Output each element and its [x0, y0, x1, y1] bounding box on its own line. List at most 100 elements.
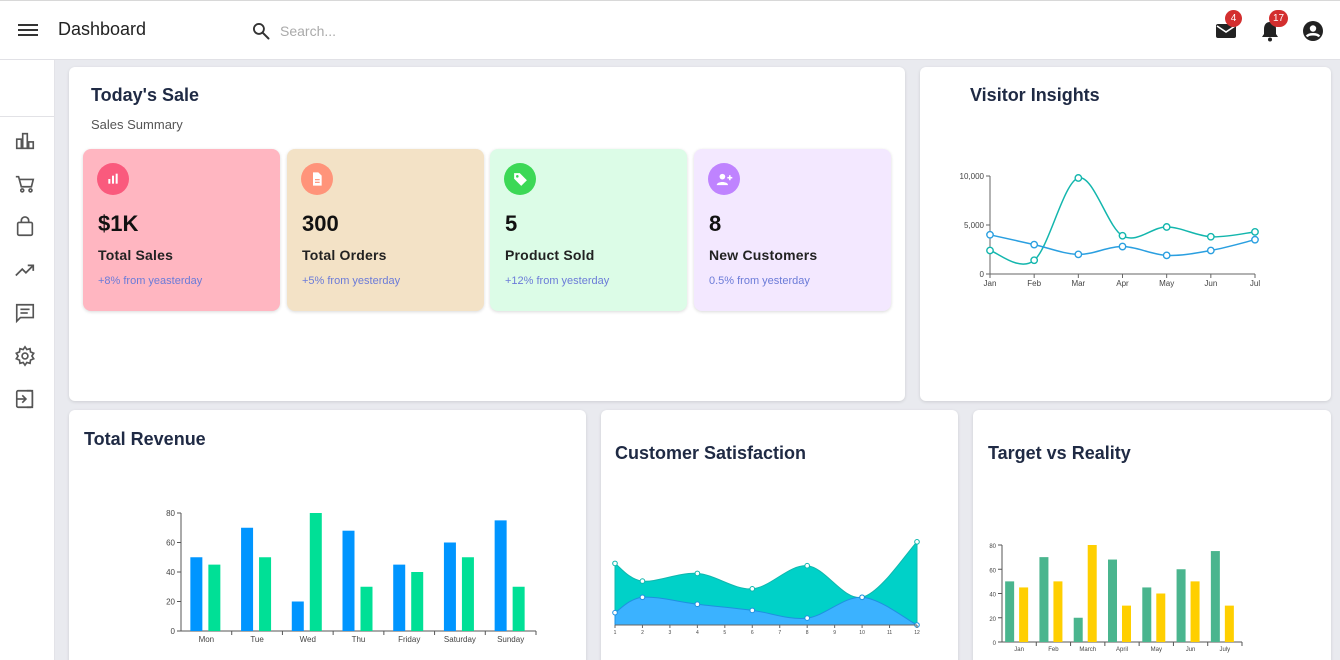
- data-point: [639, 594, 646, 601]
- stat-label: Product Sold: [505, 247, 595, 263]
- x-tick-label: 3: [669, 630, 672, 636]
- sidebar-item-cart[interactable]: [14, 173, 36, 195]
- stat-change: +12% from yesterday: [505, 275, 610, 287]
- mail-badge: 4: [1225, 10, 1242, 27]
- data-point: [1206, 246, 1215, 255]
- x-tick-label: Mar: [1071, 279, 1085, 288]
- bar: [1210, 551, 1220, 642]
- stat-change: +5% from yesterday: [302, 275, 401, 287]
- data-point: [986, 246, 994, 255]
- stat-new-customers[interactable]: 8 New Customers 0.5% from yesterday: [694, 149, 891, 311]
- x-tick-label: March: [1079, 647, 1096, 653]
- x-tick-label: 7: [778, 630, 781, 636]
- stat-product-sold[interactable]: 5 Product Sold +12% from yesterday: [490, 149, 687, 311]
- x-tick-label: 1: [614, 630, 617, 636]
- bar: [1142, 587, 1152, 642]
- data-point: [1251, 227, 1259, 236]
- y-tick-label: 10,000: [960, 172, 985, 181]
- bar: [1019, 587, 1029, 642]
- data-point: [612, 560, 618, 567]
- bar: [309, 513, 322, 631]
- trending-up-icon: [15, 264, 35, 277]
- data-point: [1074, 174, 1083, 182]
- total-revenue-card: Total Revenue 0 20 40 60 80 Mon Tue Wed Thu Frida…: [69, 410, 586, 660]
- x-tick-label: 6: [751, 630, 754, 636]
- data-point: [1162, 223, 1171, 231]
- search-input[interactable]: [280, 20, 520, 42]
- sidebar-item-messages[interactable]: [14, 302, 36, 324]
- data-point: [804, 562, 810, 569]
- x-tick-label: 4: [696, 630, 699, 636]
- mail-button[interactable]: 4: [1214, 10, 1242, 43]
- data-point: [1206, 232, 1215, 241]
- notification-button[interactable]: 17: [1258, 10, 1289, 43]
- total-revenue-chart: 0 20 40 60 80 Mon Tue Wed Thu Friday Saturday Sunda…: [166, 509, 537, 644]
- account-button[interactable]: [1301, 19, 1325, 43]
- x-tick-label: May: [1151, 647, 1162, 653]
- bar-chart-icon: [15, 132, 35, 150]
- target-vs-reality-chart: 0 20 40 60 80 Jan Feb March April May Jun July: [989, 544, 1243, 653]
- x-tick-label: 5: [723, 630, 726, 636]
- sidebar-item-analytics[interactable]: [14, 130, 36, 152]
- x-tick-label: 9: [833, 630, 836, 636]
- x-tick-label: Jan: [984, 279, 997, 288]
- y-tick-label: 60: [989, 568, 996, 574]
- shopping-bag-icon: [16, 216, 34, 237]
- sidebar: [0, 60, 55, 660]
- message-icon: [15, 303, 35, 324]
- x-tick-label: 11: [887, 630, 892, 636]
- bar: [1039, 557, 1049, 642]
- data-point: [639, 578, 646, 584]
- stat-change: +8% from yeasterday: [98, 275, 203, 287]
- notification-badge: 17: [1269, 10, 1289, 27]
- sidebar-item-logout[interactable]: [14, 388, 36, 410]
- data-point: [859, 594, 865, 601]
- bar: [1224, 605, 1234, 642]
- y-tick-label: 40: [166, 568, 175, 577]
- y-tick-label: 20: [166, 598, 175, 607]
- series-line: [989, 177, 1256, 265]
- sidebar-item-trends[interactable]: [14, 259, 36, 281]
- bar: [241, 527, 254, 631]
- data-point: [1118, 231, 1127, 240]
- data-point: [1030, 240, 1039, 249]
- account-icon: [1303, 21, 1323, 41]
- data-point: [694, 570, 701, 577]
- data-point: [749, 607, 756, 614]
- stat-value: 8: [709, 211, 722, 236]
- bar: [1156, 593, 1166, 642]
- bar: [1108, 559, 1117, 642]
- x-tick-label: 2: [641, 630, 644, 636]
- bar: [461, 557, 474, 631]
- search-icon[interactable]: [251, 21, 271, 41]
- y-tick-label: 40: [989, 593, 996, 599]
- x-tick-label: Friday: [398, 635, 420, 644]
- data-point: [914, 539, 920, 545]
- customer-satisfaction-card: Customer Satisfaction 1 2 3 4 5 6 7 8 9 10 11 12: [601, 410, 958, 660]
- data-point: [749, 586, 756, 592]
- bar: [494, 520, 507, 631]
- stat-label: Total Orders: [302, 247, 387, 263]
- document-icon: [301, 163, 333, 195]
- x-tick-label: Jun: [1204, 279, 1217, 288]
- menu-icon[interactable]: [18, 21, 38, 39]
- bar: [512, 586, 525, 631]
- x-tick-label: 10: [859, 630, 865, 636]
- bar: [1005, 581, 1015, 642]
- x-tick-label: Saturday: [444, 635, 476, 644]
- visitor-insights-title: Visitor Insights: [970, 85, 1100, 105]
- bar: [342, 530, 355, 631]
- y-tick-label: 20: [989, 617, 996, 623]
- stat-total-orders[interactable]: 300 Total Orders +5% from yesterday: [287, 149, 484, 311]
- tag-icon: [504, 163, 536, 195]
- bar: [411, 572, 424, 631]
- stat-label: Total Sales: [98, 247, 174, 263]
- data-point: [694, 601, 701, 608]
- sidebar-item-settings[interactable]: [14, 345, 36, 367]
- page-title: Dashboard: [58, 19, 147, 39]
- sidebar-item-bag[interactable]: [14, 216, 36, 238]
- stat-total-sales[interactable]: $1K Total Sales +8% from yeasterday: [83, 149, 280, 311]
- sidebar-divider: [0, 116, 54, 117]
- x-tick-label: 12: [914, 630, 920, 636]
- visitor-insights-card: Visitor Insights 0 5,000 10,000 Jan Feb Mar Ap…: [920, 67, 1331, 401]
